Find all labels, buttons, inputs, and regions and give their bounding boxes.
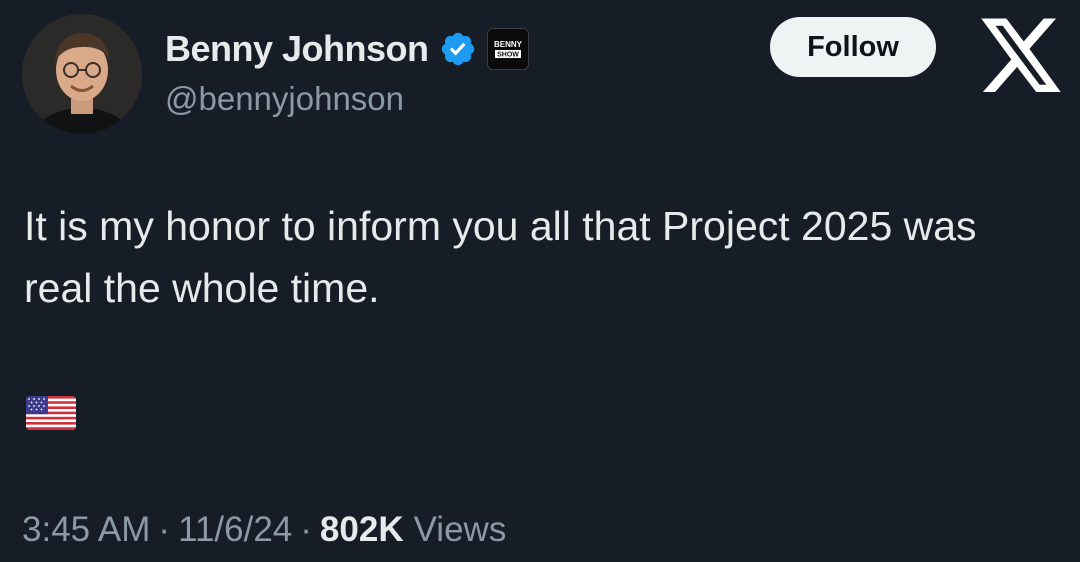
avatar[interactable] (22, 14, 142, 134)
view-count[interactable]: 802K (320, 510, 404, 550)
tweet-date[interactable]: 11/6/24 (178, 510, 292, 550)
views-label[interactable]: Views (414, 510, 507, 550)
tweet-text: It is my honor to inform you all that Pr… (24, 203, 977, 311)
verified-badge-icon (441, 32, 474, 66)
separator: · (158, 510, 171, 549)
x-logo-icon[interactable] (980, 18, 1064, 96)
svg-text:SHOW: SHOW (497, 52, 519, 59)
author-name-row: Benny Johnson BENNY SHOW (165, 28, 529, 70)
display-name[interactable]: Benny Johnson (165, 28, 429, 70)
follow-button[interactable]: Follow (770, 17, 936, 77)
tweet-card: Benny Johnson BENNY SHOW @bennyjohnson F… (0, 0, 1080, 562)
tweet-meta: 3:45 AM · 11/6/24 · 802K Views (22, 510, 506, 550)
tweet-time[interactable]: 3:45 AM (22, 510, 150, 550)
separator: · (300, 510, 312, 549)
svg-text:BENNY: BENNY (494, 40, 523, 49)
benny-show-logo-icon: BENNY SHOW (491, 38, 524, 60)
us-flag-icon (26, 396, 76, 430)
author-handle[interactable]: @bennyjohnson (165, 80, 404, 118)
avatar-image (22, 14, 142, 134)
affiliate-badge[interactable]: BENNY SHOW (486, 28, 529, 70)
